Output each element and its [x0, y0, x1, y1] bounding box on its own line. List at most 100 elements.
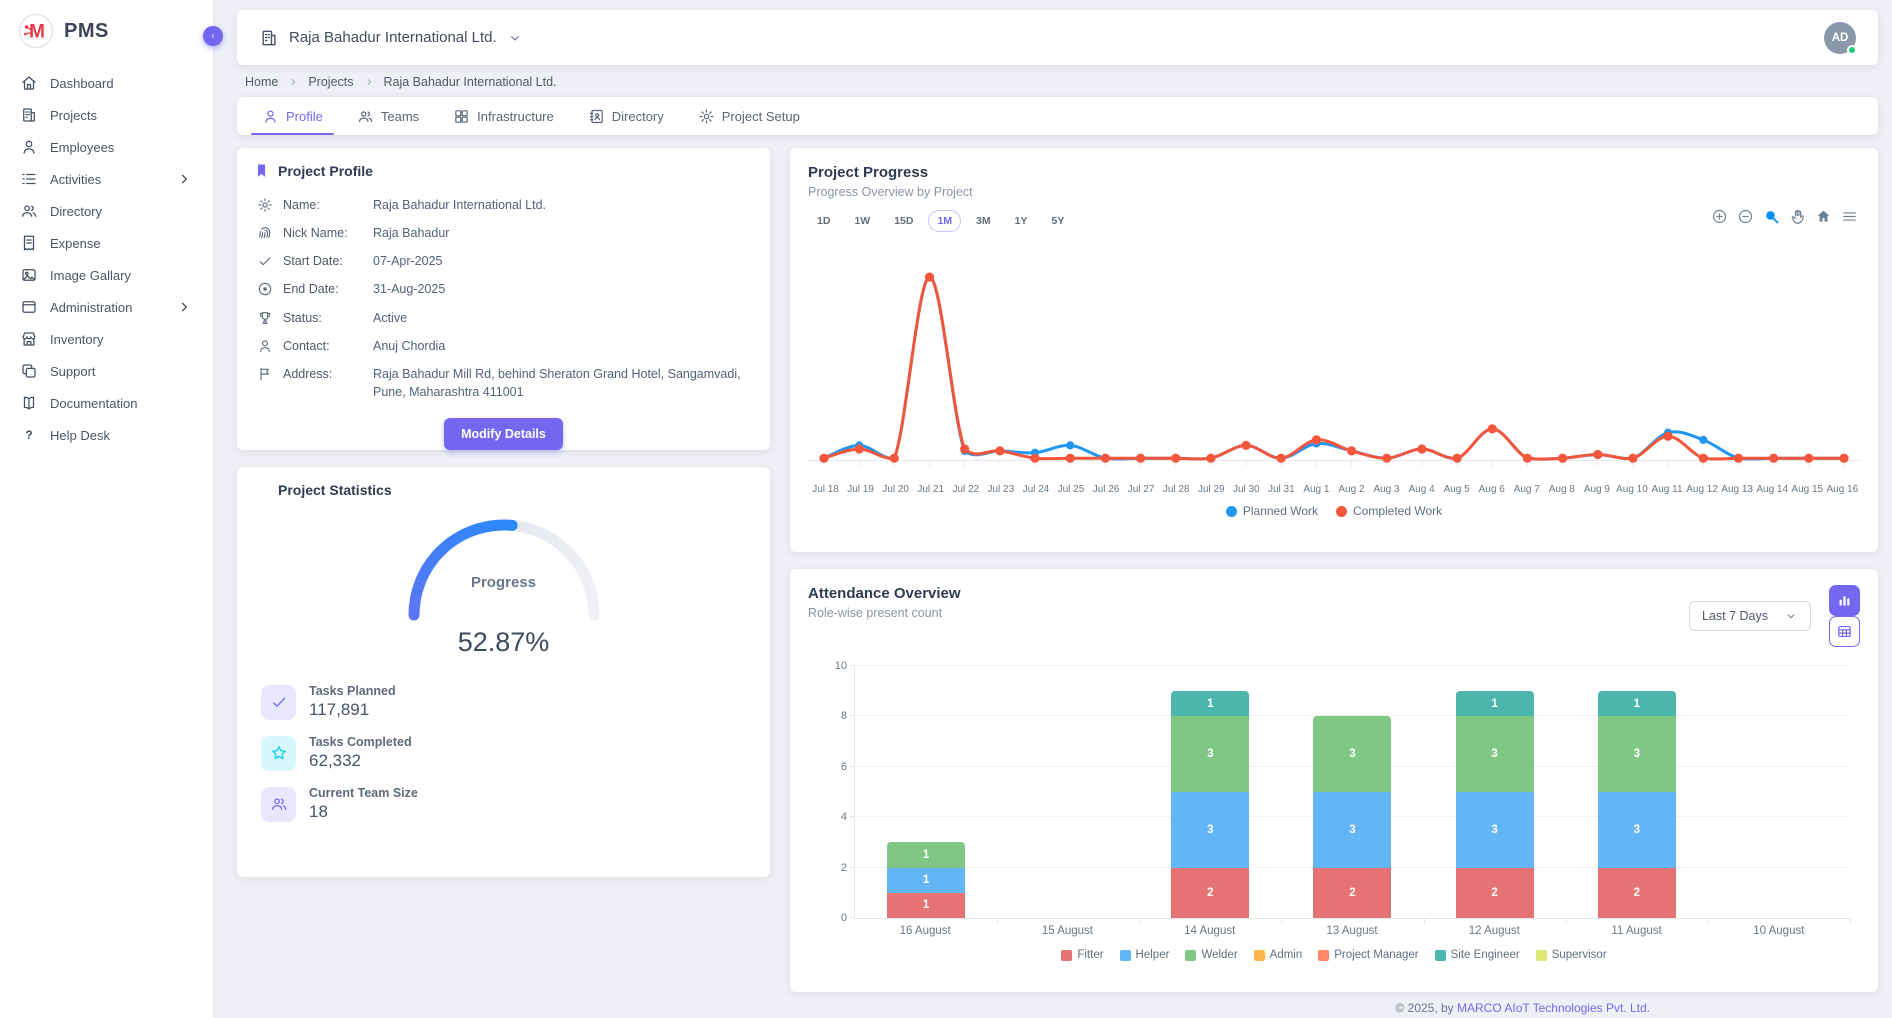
modify-details-button[interactable]: Modify Details [444, 418, 563, 450]
brand-logo[interactable]: M PMS [0, 0, 213, 55]
person-icon [257, 338, 273, 354]
x-category-label: 11 August [1565, 925, 1707, 937]
range-button-1y[interactable]: 1Y [1006, 210, 1037, 232]
bar-data-label: 3 [1207, 748, 1213, 760]
chart-toolbar [1711, 208, 1858, 225]
stats-card-title: Project Statistics [278, 482, 392, 498]
sidebar-item-help-desk[interactable]: ?Help Desk [0, 419, 213, 451]
sidebar-item-documentation[interactable]: Documentation [0, 387, 213, 419]
sidebar-item-support[interactable]: Support [0, 355, 213, 387]
sidebar-item-label: Inventory [50, 332, 193, 347]
reset-home-icon[interactable] [1815, 208, 1832, 225]
range-button-5y[interactable]: 5Y [1042, 210, 1073, 232]
y-axis-label: 4 [811, 811, 847, 823]
period-select-value: Last 7 Days [1702, 609, 1768, 623]
stat-tasks-planned: Tasks Planned117,891 [261, 684, 754, 720]
tab-directory[interactable]: Directory [571, 97, 681, 135]
x-category-label: 16 August [854, 925, 996, 937]
legend-label: Supervisor [1552, 949, 1607, 961]
legend-label: Fitter [1077, 949, 1103, 961]
tab-infrastructure[interactable]: Infrastructure [436, 97, 571, 135]
field-label: Nick Name: [283, 224, 363, 242]
table-view-button[interactable] [1829, 616, 1860, 647]
range-button-1d[interactable]: 1D [808, 210, 839, 232]
selection-zoom-icon[interactable] [1763, 208, 1780, 225]
bar-data-label: 3 [1634, 824, 1640, 836]
chevron-right-icon [363, 76, 375, 88]
legend-admin[interactable]: Admin [1254, 949, 1303, 961]
legend-label: Project Manager [1334, 949, 1418, 961]
stat-value: 117,891 [309, 700, 396, 720]
bar-data-label: 1 [923, 849, 929, 861]
people-icon-box [261, 787, 296, 822]
legend-fitter[interactable]: Fitter [1061, 949, 1103, 961]
tab-project-setup[interactable]: Project Setup [681, 97, 817, 135]
sidebar-item-administration[interactable]: Administration [0, 291, 213, 323]
bar-segment-helper: 1 [887, 868, 965, 893]
x-axis-label: Jul 20 [878, 484, 913, 495]
legend-supervisor[interactable]: Supervisor [1536, 949, 1607, 961]
range-selector: 1D 1W 15D 1M 3M 1Y5Y [808, 210, 1860, 232]
range-button-3m[interactable]: 3M [967, 210, 1000, 232]
sidebar-item-image-gallary[interactable]: Image Gallary [0, 259, 213, 291]
legend-swatch [1061, 950, 1072, 961]
legend-site-engineer[interactable]: Site Engineer [1435, 949, 1520, 961]
bar-slot-11-august: 2331 [1566, 667, 1708, 918]
breadcrumb-item-projects[interactable]: Projects [308, 75, 353, 89]
field-value: Active [373, 309, 750, 327]
pan-icon[interactable] [1789, 208, 1806, 225]
x-axis-label: Aug 4 [1404, 484, 1439, 495]
zoom-out-icon[interactable] [1737, 208, 1754, 225]
legend-label: Planned Work [1243, 504, 1318, 518]
gridline [855, 665, 1850, 666]
legend-welder[interactable]: Welder [1185, 949, 1237, 961]
person-icon [262, 108, 279, 125]
bars3-icon [1836, 592, 1853, 609]
breadcrumb-item-home[interactable]: Home [245, 75, 278, 89]
tab-profile[interactable]: Profile [245, 97, 340, 135]
legend-project-manager[interactable]: Project Manager [1318, 949, 1418, 961]
range-button-15d[interactable]: 15D [885, 210, 922, 232]
company-switcher[interactable]: Raja Bahadur International Ltd. [259, 28, 523, 48]
legend-helper[interactable]: Helper [1120, 949, 1170, 961]
circledot-icon [257, 281, 273, 297]
flag-icon [257, 366, 273, 382]
legend-planned-work[interactable]: Planned Work [1226, 504, 1318, 518]
footer-company-link[interactable]: MARCO AIoT Technologies Pvt. Ltd. [1457, 1001, 1650, 1015]
x-axis-label: Aug 14 [1755, 484, 1790, 495]
range-button-1m[interactable]: 1M [928, 210, 961, 232]
x-axis-label: Aug 15 [1790, 484, 1825, 495]
x-category-label: 10 August [1708, 925, 1850, 937]
sidebar-item-label: Image Gallary [50, 268, 193, 283]
field-label: Name: [283, 196, 363, 214]
sidebar-item-label: Help Desk [50, 428, 193, 443]
menu-icon[interactable] [1841, 208, 1858, 225]
sidebar-item-expense[interactable]: Expense [0, 227, 213, 259]
sidebar-collapse-button[interactable] [203, 26, 223, 46]
field-value: 31-Aug-2025 [373, 280, 750, 298]
period-select[interactable]: Last 7 Days [1689, 601, 1811, 631]
sidebar-item-projects[interactable]: Projects [0, 99, 213, 131]
apps-grid-button[interactable] [1785, 26, 1806, 50]
sidebar-item-activities[interactable]: Activities [0, 163, 213, 195]
bar-segment-helper: 3 [1171, 792, 1249, 868]
field-label: Start Date: [283, 252, 363, 270]
zoom-in-icon[interactable] [1711, 208, 1728, 225]
chevron-down-icon [1784, 609, 1798, 623]
x-category-label: 12 August [1423, 925, 1565, 937]
legend-completed-work[interactable]: Completed Work [1336, 504, 1442, 518]
sidebar-item-dashboard[interactable]: Dashboard [0, 67, 213, 99]
bar-data-label: 3 [1207, 824, 1213, 836]
bar-segment-welder: 3 [1598, 716, 1676, 792]
range-button-1w[interactable]: 1W [845, 210, 879, 232]
tab-teams[interactable]: Teams [340, 97, 436, 135]
sidebar-item-employees[interactable]: Employees [0, 131, 213, 163]
attendance-chart: 0246810111233123323312331 16 August15 Au… [808, 667, 1860, 937]
bar-data-label: 1 [923, 874, 929, 886]
sidebar-item-inventory[interactable]: Inventory [0, 323, 213, 355]
user-avatar[interactable]: AD [1824, 22, 1856, 54]
sidebar-item-directory[interactable]: Directory [0, 195, 213, 227]
bar-segment-welder: 3 [1456, 716, 1534, 792]
bar-view-button[interactable] [1829, 585, 1860, 616]
x-axis-label: Jul 25 [1053, 484, 1088, 495]
